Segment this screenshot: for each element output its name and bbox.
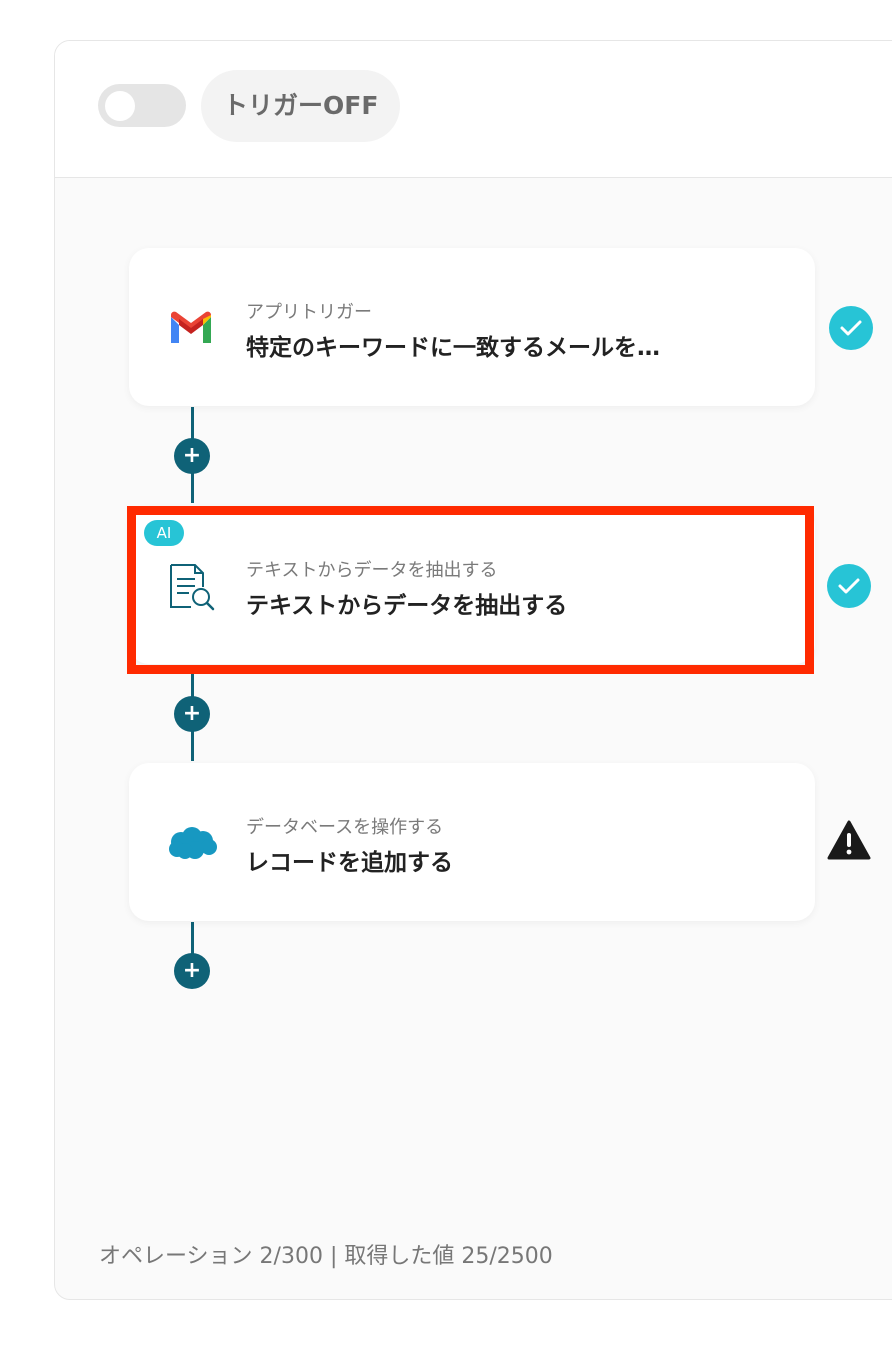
add-step-button[interactable]: + [174, 438, 210, 474]
salesforce-cloud-icon [169, 827, 217, 859]
step-subtitle: データベースを操作する [246, 817, 444, 838]
add-step-button[interactable]: + [174, 696, 210, 732]
warning-icon [827, 820, 871, 860]
step-card-gmail-trigger[interactable]: アプリトリガー 特定のキーワードに一致するメールを… [129, 248, 815, 406]
highlight-frame [127, 506, 814, 674]
add-step-button[interactable]: + [174, 953, 210, 989]
check-icon [829, 306, 873, 350]
step-card-salesforce[interactable]: データベースを操作する レコードを追加する [129, 763, 815, 921]
gmail-icon [171, 311, 211, 343]
panel-header: トリガーOFF [55, 41, 892, 178]
step-title: レコードを追加する [246, 850, 453, 876]
step-title: 特定のキーワードに一致するメールを… [246, 335, 660, 361]
check-icon [827, 564, 871, 608]
trigger-toggle[interactable] [98, 84, 186, 127]
usage-footer: オペレーション 2/300 | 取得した値 25/2500 [99, 1244, 553, 1269]
toggle-knob [105, 91, 135, 121]
step-subtitle: アプリトリガー [246, 302, 372, 323]
trigger-status-label: トリガーOFF [201, 70, 401, 142]
